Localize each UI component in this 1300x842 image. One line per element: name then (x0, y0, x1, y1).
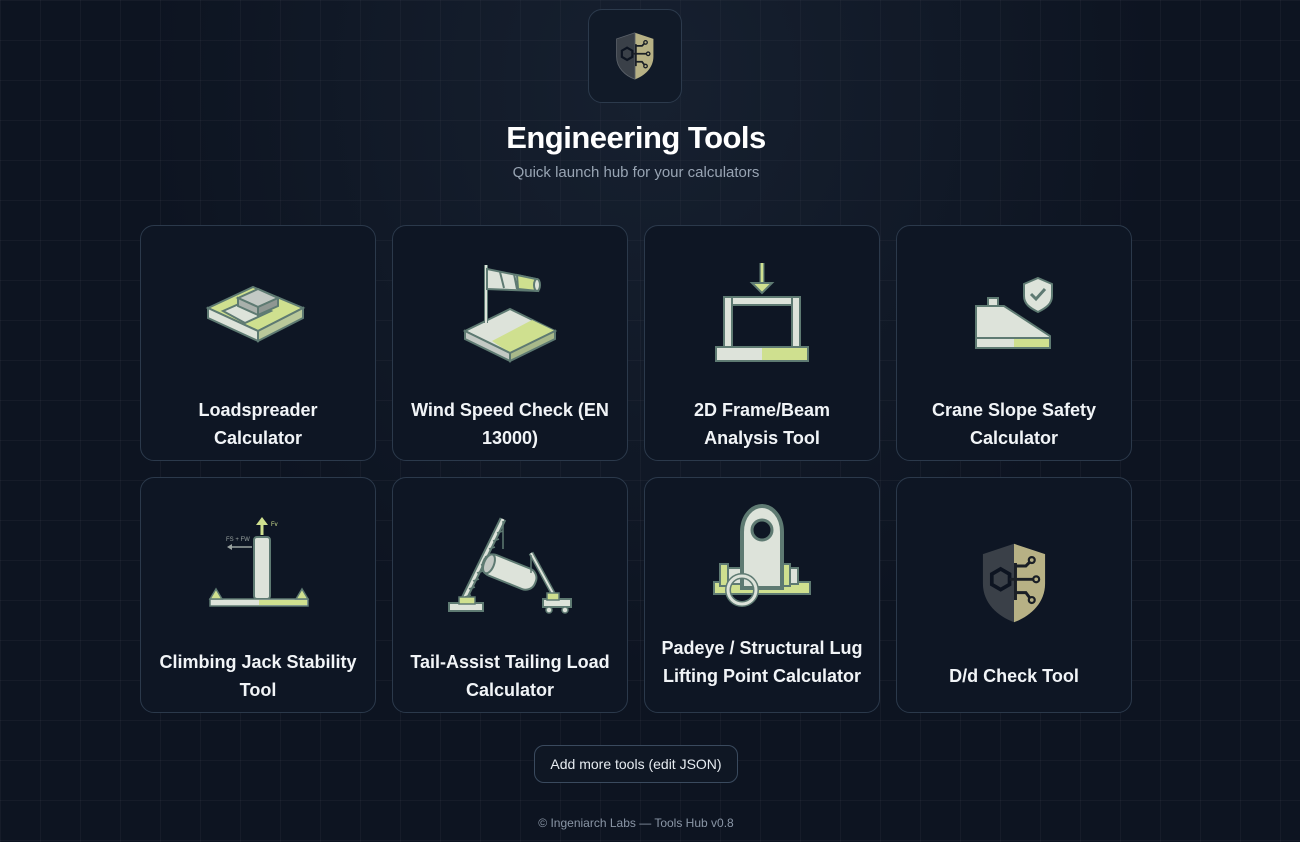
climbing-jack-icon: Fv FS + FW (208, 517, 310, 607)
app-logo (588, 9, 682, 103)
add-more-tools-button[interactable]: Add more tools (edit JSON) (534, 745, 738, 783)
page-subtitle: Quick launch hub for your calculators (512, 164, 760, 181)
tool-card-loadspreader[interactable]: Loadspreader Calculator (140, 225, 376, 461)
tool-label: 2D Frame/Beam Analysis Tool (693, 400, 831, 448)
tool-label: Loadspreader Calculator (198, 400, 318, 448)
tool-label: Tail-Assist Tailing Load Calculator (410, 652, 610, 700)
tool-card-climbing-jack[interactable]: Fv FS + FW Climbing Jack Stability Tool (140, 477, 376, 713)
crane-slope-icon (975, 276, 1053, 349)
force-top-label: Fv (271, 522, 278, 528)
loadspreader-icon (205, 285, 306, 343)
footer-text: © Ingeniarch Labs — Tools Hub v0.8 (538, 816, 734, 830)
tool-label: D/d Check Tool (949, 666, 1079, 686)
tool-card-crane-slope[interactable]: Crane Slope Safety Calculator (896, 225, 1132, 461)
force-left-label: FS + FW (226, 537, 250, 543)
tool-card-padeye[interactable]: Padeye / Structural Lug Lifting Point Ca… (644, 477, 880, 713)
tool-card-tail-assist[interactable]: Tail-Assist Tailing Load Calculator (392, 477, 628, 713)
tool-label: Climbing Jack Stability Tool (159, 652, 357, 700)
tools-grid: Loadspreader Calculator Wind Speed Check… (140, 225, 1132, 713)
tool-card-wind-speed[interactable]: Wind Speed Check (EN 13000) (392, 225, 628, 461)
tool-label: Wind Speed Check (EN 13000) (411, 400, 609, 448)
windsock-icon (462, 265, 558, 363)
shield-circuit-icon (616, 32, 654, 80)
padeye-icon (713, 503, 811, 607)
frame-beam-icon (715, 263, 809, 362)
page-title: Engineering Tools (506, 120, 766, 155)
tool-label: Padeye / Structural Lug Lifting Point Ca… (661, 638, 863, 686)
tool-label: Crane Slope Safety Calculator (931, 400, 1097, 448)
tool-card-dd-check[interactable]: D/d Check Tool (896, 477, 1132, 713)
shield-circuit-icon (982, 543, 1046, 623)
tailing-cranes-icon (448, 517, 572, 614)
tool-card-frame-beam[interactable]: 2D Frame/Beam Analysis Tool (644, 225, 880, 461)
